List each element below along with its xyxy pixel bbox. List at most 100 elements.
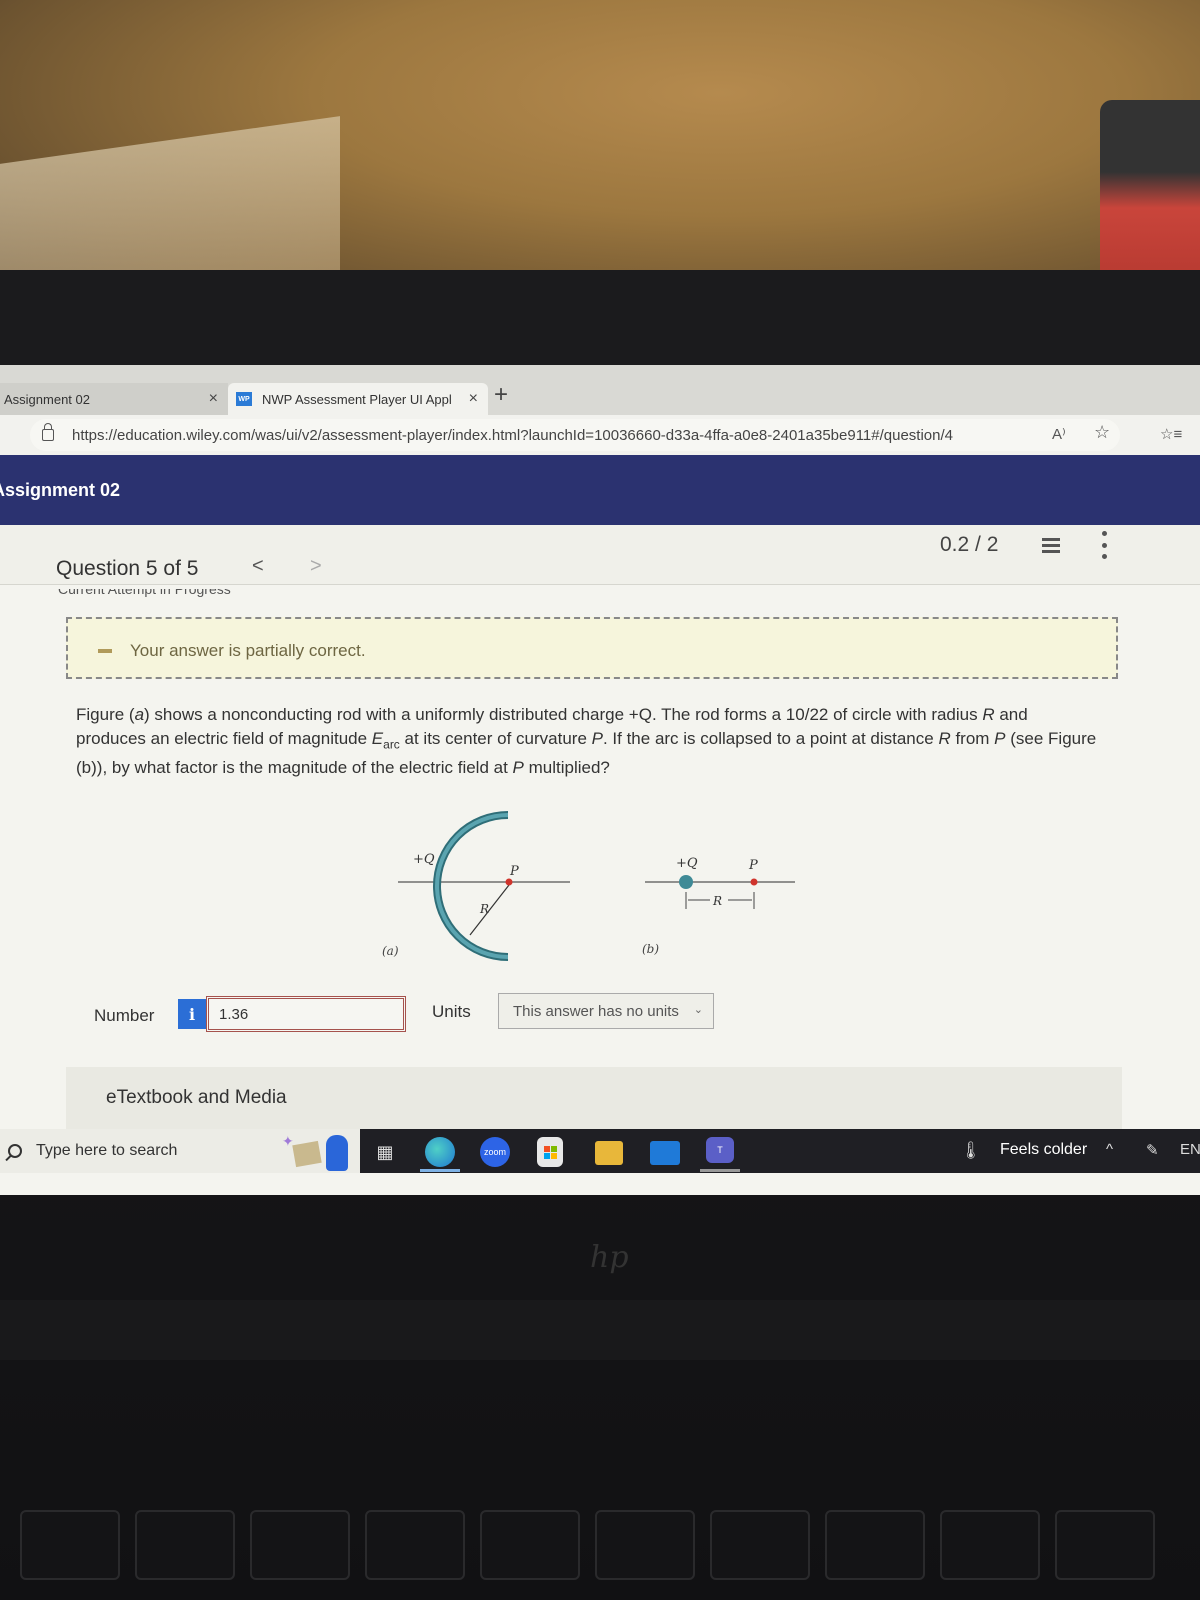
etextbook-label[interactable]: eTextbook and Media	[106, 1087, 287, 1109]
text: P	[591, 729, 603, 748]
hp-logo: hp	[590, 1240, 629, 1275]
tab-assignment[interactable]: Assignment 02 ×	[0, 383, 228, 415]
radius-line	[469, 884, 510, 936]
keyboard-function-row	[0, 1500, 1200, 1600]
taskbar-search[interactable]: Type here to search	[0, 1129, 270, 1173]
question-list-icon[interactable]	[1036, 535, 1060, 555]
score: 0.2 / 2	[940, 533, 999, 556]
units-label: Units	[432, 1002, 471, 1021]
search-placeholder[interactable]: Type here to search	[36, 1142, 177, 1160]
answer-row: Number i Units This answer has no units …	[0, 990, 1200, 1040]
radius-label: R	[479, 902, 489, 916]
text: from	[950, 729, 995, 748]
weather-text[interactable]: Feels colder	[1000, 1141, 1087, 1159]
keyboard-key	[365, 1510, 465, 1580]
partial-correct-icon	[98, 649, 112, 653]
text: ) shows a nonconducting rod with a unifo…	[144, 705, 983, 724]
pen-icon[interactable]: ✎	[1146, 1141, 1159, 1159]
search-highlight-art: ✦	[270, 1129, 360, 1173]
charge-label: +Q	[676, 856, 698, 871]
charge-label: +Q	[413, 852, 435, 867]
text: a	[134, 705, 145, 724]
number-label: Number	[94, 1006, 155, 1025]
mail-icon[interactable]	[650, 1141, 680, 1165]
figure-a: +Q P R (a)	[382, 811, 570, 961]
close-icon[interactable]: ×	[209, 390, 218, 408]
url-text[interactable]: https://education.wiley.com/was/ui/v2/as…	[72, 427, 953, 444]
new-tab-button[interactable]: +	[494, 383, 508, 407]
question-counter: Question 5 of 5	[56, 557, 199, 580]
text: P	[994, 729, 1006, 748]
info-icon[interactable]: i	[178, 999, 206, 1029]
point-p	[750, 878, 758, 886]
keyboard-key	[20, 1510, 120, 1580]
laptop-screen: Assignment 02 × WP NWP Assessment Player…	[0, 365, 1200, 1195]
text: (b)), by what factor is the magnitude of…	[76, 758, 513, 778]
backpack-art-icon	[326, 1135, 348, 1171]
units-selected-value: This answer has no units	[513, 1002, 679, 1020]
teams-icon[interactable]: T	[706, 1137, 734, 1163]
charged-arc-rod-highlight	[435, 813, 509, 959]
tab-assessment-player[interactable]: WP NWP Assessment Player UI Appl ×	[228, 383, 488, 415]
number-input[interactable]	[206, 996, 406, 1032]
tab-label: NWP Assessment Player UI Appl	[262, 391, 452, 407]
windows-taskbar: Type here to search ✦ ▦ zoom T 🌡 Feels c…	[0, 1129, 1200, 1173]
favorites-icon[interactable]: ☆≡	[1160, 425, 1182, 443]
physics-figure: +Q P R (a) R +Q P (b)	[382, 811, 795, 961]
app-header: Assignment 02	[0, 455, 1200, 525]
question-nav-bar: Question 5 of 5 < > 0.2 / 2	[0, 525, 1200, 585]
file-explorer-icon[interactable]	[595, 1141, 623, 1165]
point-p	[505, 878, 513, 886]
chevron-up-icon[interactable]: ^	[1106, 1141, 1113, 1158]
add-favorite-icon[interactable]: ☆	[1094, 422, 1110, 443]
text: R	[982, 705, 995, 724]
zoom-app-icon[interactable]: zoom	[480, 1137, 510, 1167]
figure-b: R +Q P (b)	[642, 856, 795, 956]
task-view-icon[interactable]: ▦	[370, 1137, 400, 1167]
background-photo	[0, 0, 1200, 334]
distance-label: R	[712, 894, 722, 908]
keyboard-key	[1055, 1510, 1155, 1580]
text: at its center of curvature	[399, 729, 592, 748]
figure-b-caption: (b)	[642, 942, 659, 956]
text: multiplied?	[523, 758, 610, 778]
attempt-status: Current Attempt in Progress	[58, 589, 231, 597]
text: P	[512, 758, 524, 778]
address-bar: https://education.wiley.com/was/ui/v2/as…	[0, 415, 1200, 455]
microsoft-store-icon[interactable]	[537, 1137, 563, 1167]
next-question-button[interactable]: >	[310, 555, 322, 578]
more-options-icon[interactable]	[1102, 531, 1108, 559]
tab-label: Assignment 02	[4, 391, 90, 407]
url-field[interactable]: https://education.wiley.com/was/ui/v2/as…	[30, 419, 1120, 451]
wp-favicon-icon: WP	[236, 392, 252, 406]
lock-icon[interactable]	[42, 423, 54, 441]
point-charge	[679, 875, 693, 889]
text: produces an electric field of magnitude	[76, 729, 372, 748]
read-aloud-icon[interactable]: A⁾	[1052, 425, 1066, 443]
point-label: P	[509, 864, 519, 879]
keyboard-key	[825, 1510, 925, 1580]
units-dropdown[interactable]: This answer has no units ⌄	[498, 993, 714, 1029]
language-indicator[interactable]: EN	[1180, 1141, 1200, 1158]
keyboard-key	[595, 1510, 695, 1580]
laptop-bezel	[0, 270, 1200, 370]
figure-a-caption: (a)	[382, 944, 399, 958]
pencil-art-icon	[292, 1140, 322, 1168]
background-bottle	[1100, 100, 1200, 280]
keyboard-key	[940, 1510, 1040, 1580]
teams-active-indicator	[700, 1169, 740, 1172]
text: Figure (	[76, 705, 135, 724]
keyboard-key	[250, 1510, 350, 1580]
keyboard-key	[710, 1510, 810, 1580]
close-icon[interactable]: ×	[469, 390, 478, 408]
thermometer-icon[interactable]: 🌡	[960, 1141, 982, 1161]
etextbook-section[interactable]: eTextbook and Media	[66, 1067, 1122, 1129]
previous-question-button[interactable]: <	[252, 555, 264, 578]
feedback-banner: Your answer is partially correct.	[66, 617, 1118, 679]
question-text: Figure (a) shows a nonconducting rod wit…	[76, 703, 1116, 780]
keyboard-key	[135, 1510, 235, 1580]
edge-browser-icon[interactable]	[425, 1137, 455, 1167]
keyboard-key	[480, 1510, 580, 1580]
text: (see Figure	[1005, 729, 1097, 748]
chevron-down-icon: ⌄	[693, 1004, 703, 1016]
